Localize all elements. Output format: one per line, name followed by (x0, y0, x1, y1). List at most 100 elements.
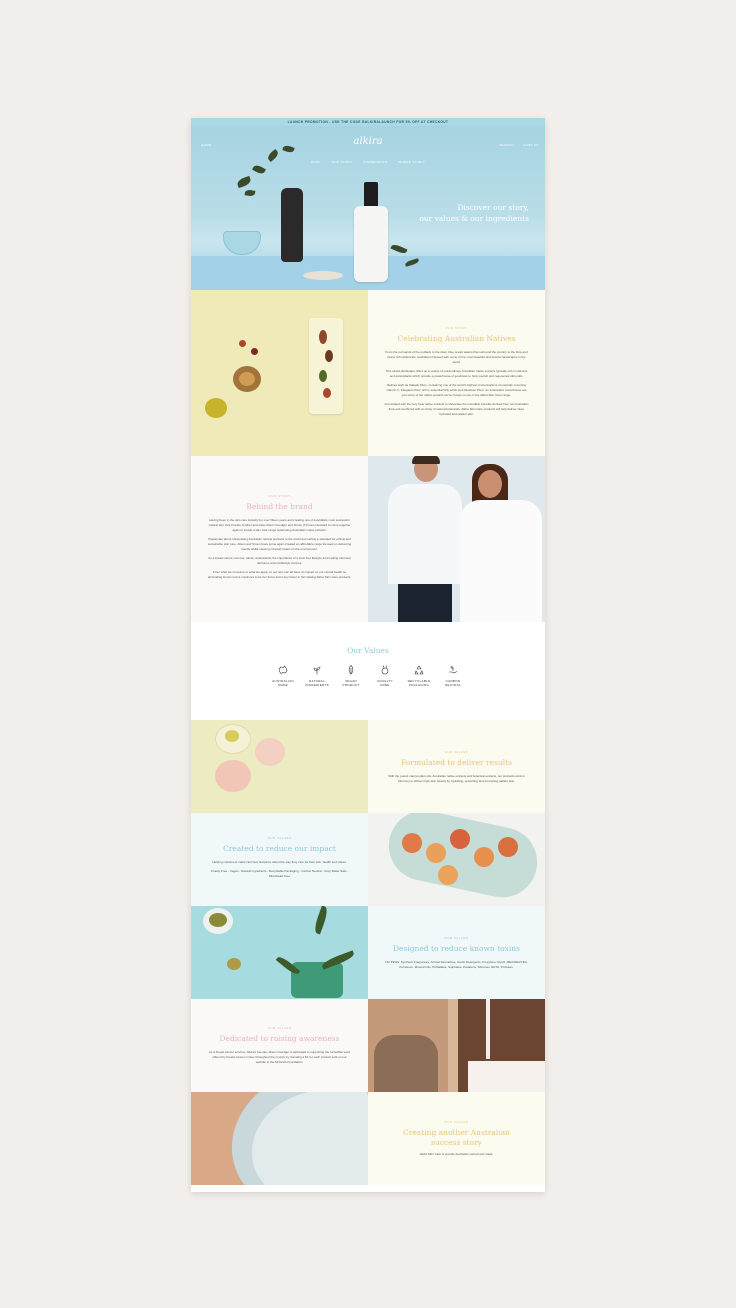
leaf-decoration (236, 175, 252, 189)
results-text: OUR VALUES Formulated to deliver results… (368, 720, 545, 813)
hero-title-line2: our values & our ingredients (419, 214, 529, 223)
success-text: OUR VALUES Creating another Australian s… (368, 1092, 545, 1185)
strap (486, 999, 490, 1059)
hair (412, 456, 440, 464)
fruit (402, 833, 422, 853)
paragraph: Having been in the skin care industry fo… (208, 518, 351, 532)
section-body: Having been in the skin care industry fo… (207, 518, 352, 584)
values-title: Our Values (347, 646, 389, 655)
dish-image (303, 271, 343, 280)
value-cruelty-free: CRUELTY FREE (374, 664, 396, 687)
hero-title: Discover our story, our values & our ing… (419, 202, 529, 224)
bra-left (374, 1035, 438, 1092)
bra-right (468, 1061, 545, 1092)
section-title: Dedicated to raising awareness (219, 1034, 340, 1043)
eyebrow: OUR VALUES (444, 749, 469, 754)
menu-item-our-story[interactable]: OUR STORY (332, 160, 352, 164)
awareness-section: OUR VALUES Dedicated to raising awarenes… (191, 999, 545, 1092)
petal (255, 738, 285, 766)
value-label: FREE (380, 683, 390, 687)
petal (215, 760, 251, 792)
pump-bottle-cap (364, 182, 378, 208)
promo-banner[interactable]: LAUNCH PROMOTION - USE THE CODE RALKIRAL… (191, 118, 545, 126)
section-body: NO PEGS, Synthetic Fragrances, Animal De… (385, 959, 528, 969)
brand-logo[interactable]: alkira (353, 136, 382, 147)
seed-bowl (205, 398, 227, 418)
nuts (239, 372, 255, 386)
values-section: Our Values AUSTRALIAN MADE NATURAL INGRE… (191, 622, 545, 720)
nav-home-link[interactable]: HOME (201, 143, 212, 147)
eyebrow: OUR STORY (268, 494, 291, 498)
plant-icon (313, 666, 321, 675)
hero-title-line1: Discover our story, (457, 203, 529, 212)
eyebrow: OUR VALUES (267, 1026, 292, 1030)
value-label: INGREDIENTS (305, 683, 329, 687)
paragraph: Helping customers make informed decision… (212, 860, 347, 864)
powder (209, 913, 227, 927)
natives-image (191, 290, 368, 456)
eyebrow: OUR VALUES (267, 836, 292, 840)
main-menu: SHOP OUR STORY INGREDIENTS WHERE TO BUY (311, 160, 435, 164)
fruit (325, 350, 333, 362)
title-line: success story (431, 1138, 482, 1147)
oil-drop (225, 730, 239, 742)
natives-text: OUR STORY Celebrating Australian Natives… (368, 290, 545, 456)
menu-item-ingredients[interactable]: INGREDIENTS (363, 160, 387, 164)
nav-right: SEARCH CART (0) (491, 143, 539, 147)
natives-section: OUR STORY Celebrating Australian Natives… (191, 290, 545, 456)
paragraph: Passionate about showcasing Australian n… (207, 537, 352, 551)
impact-text: OUR VALUES Created to reduce our impact … (191, 813, 368, 906)
title-line: Creating another Australian (403, 1128, 510, 1137)
success-section: OUR VALUES Creating another Australian s… (191, 1092, 545, 1185)
search-link[interactable]: SEARCH (499, 143, 514, 147)
berry (251, 348, 258, 355)
paragraph: From the red sands of the outback to the… (385, 349, 528, 364)
vase-image (281, 188, 303, 262)
value-carbon-neutral: CARBON NEUTRAL (442, 664, 464, 687)
section-body: With the purest natural plant oils, Aust… (388, 773, 525, 783)
value-label: PACKAGING (408, 683, 430, 687)
fruit (426, 843, 446, 863)
toxins-section: OUR VALUES Designed to reduce known toxi… (191, 906, 545, 999)
menu-item-where-to-buy[interactable]: WHERE TO BUY (398, 160, 425, 164)
paragraph: From what we consume to what we apply on… (207, 570, 352, 579)
women-photo (368, 999, 545, 1092)
recycle-icon (414, 665, 424, 675)
top-nav: HOME alkira SEARCH CART (0) SHOP OUR STO… (191, 132, 545, 168)
brand-section: OUR STORY Behind the brand Having been i… (191, 456, 545, 622)
australia-map-icon (278, 665, 288, 674)
founder-shirt (388, 484, 462, 584)
leaf-decoration (312, 906, 330, 935)
values-icons: AUSTRALIAN MADE NATURAL INGREDIENTS VEGA… (191, 664, 545, 687)
hero-section: HOME alkira SEARCH CART (0) SHOP OUR STO… (191, 126, 545, 290)
beach-image (191, 1092, 368, 1185)
awareness-text: OUR VALUES Dedicated to raising awarenes… (191, 999, 368, 1092)
fruit (319, 370, 327, 382)
cart-link[interactable]: CART (0) (523, 143, 539, 147)
berry (239, 340, 246, 347)
results-image (191, 720, 368, 813)
fruit (438, 865, 458, 885)
paragraph: This varied landscape offers up a variet… (385, 368, 528, 378)
value-label: PRODUCT (342, 683, 360, 687)
section-title: Designed to reduce known toxins (393, 943, 520, 953)
hand-plant-icon (449, 666, 458, 674)
menu-item-shop[interactable]: SHOP (311, 160, 321, 164)
trousers (398, 584, 452, 622)
value-australian-made: AUSTRALIAN MADE (272, 664, 294, 687)
section-title: Celebrating Australian Natives (397, 333, 516, 343)
toxins-text: OUR VALUES Designed to reduce known toxi… (368, 906, 545, 999)
section-body: As a breast cancer survivor, Alkira's fo… (208, 1050, 351, 1064)
value-label: NEUTRAL (444, 683, 462, 687)
results-section: OUR VALUES Formulated to deliver results… (191, 720, 545, 813)
leaf-icon (348, 665, 354, 675)
section-body: Helping customers make informed decision… (207, 860, 352, 883)
produce-bag-image (368, 813, 545, 906)
paragraph: As a breast cancer survivor, Alison unde… (208, 556, 351, 565)
value-recyclable-packaging: RECYCLABLE PACKAGING (408, 664, 430, 687)
eyebrow: OUR STORY (445, 325, 468, 330)
section-title: Creating another Australian success stor… (403, 1128, 510, 1148)
leaf-decoration (244, 189, 256, 197)
website-page: LAUNCH PROMOTION - USE THE CODE RALKIRAL… (191, 118, 545, 1192)
rabbit-icon (381, 665, 389, 675)
